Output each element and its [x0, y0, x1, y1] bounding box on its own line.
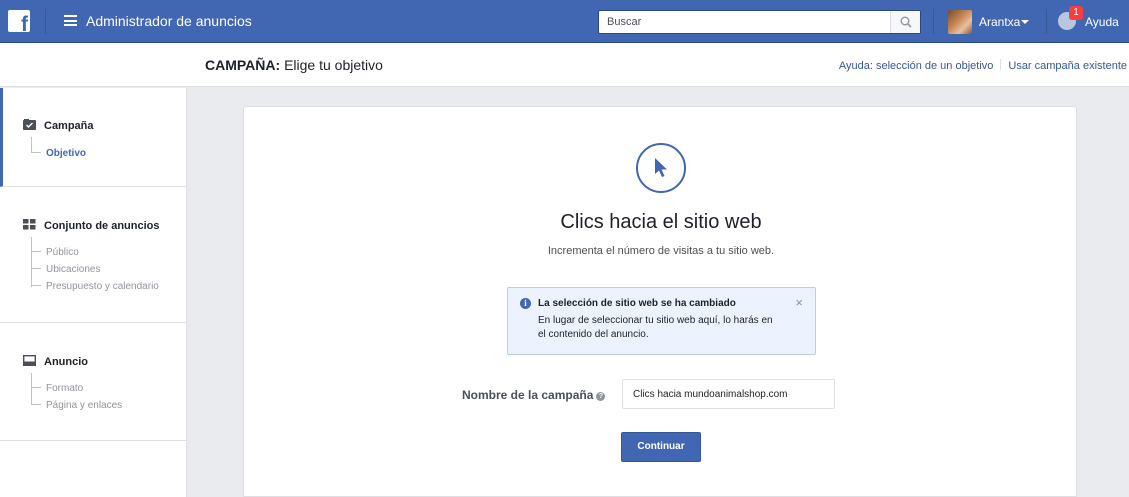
- notice-body: En lugar de seleccionar tu sitio web aqu…: [538, 315, 773, 340]
- use-existing-campaign-link[interactable]: Usar campaña existente: [1008, 60, 1127, 72]
- search-button[interactable]: [890, 11, 920, 33]
- search-icon: [900, 16, 912, 28]
- sidebar-item-objetivo[interactable]: Objetivo: [31, 148, 86, 159]
- sidebar-item-presupuesto[interactable]: Presupuesto y calendario: [31, 281, 159, 292]
- info-notice: i La selección de sitio web se ha cambia…: [507, 287, 816, 355]
- help-icon[interactable]: ?: [596, 392, 606, 401]
- divider: [1046, 9, 1047, 34]
- objective-description: Incrementa el número de visitas a tu sit…: [547, 245, 775, 257]
- sidebar-ad-label: Anuncio: [44, 356, 88, 368]
- ad-icon: [23, 355, 36, 366]
- tree-line: [31, 237, 32, 287]
- continue-button[interactable]: Continuar: [621, 432, 701, 462]
- objective-icon-circle: [636, 143, 686, 193]
- objective-card: Clics hacia el sitio web Incrementa el n…: [243, 106, 1077, 497]
- sidebar-item-formato[interactable]: Formato: [31, 383, 83, 394]
- search-box: [598, 10, 921, 34]
- page-title-prefix: CAMPAÑA:: [205, 57, 281, 73]
- top-bar: f Administrador de anuncios Arantxa 1 Ay…: [0, 0, 1129, 43]
- help-objective-link[interactable]: Ayuda: selección de un objetivo: [839, 60, 994, 72]
- sidebar-ad-heading[interactable]: Anuncio: [23, 355, 88, 368]
- search-input[interactable]: [599, 11, 889, 33]
- objective-title: Clics hacia el sitio web: [560, 211, 762, 233]
- campaign-name-field[interactable]: [623, 380, 823, 408]
- sidebar-section-campaign[interactable]: Campaña Objetivo: [0, 88, 187, 187]
- facebook-logo[interactable]: f: [8, 10, 30, 32]
- help-link[interactable]: Ayuda: [1085, 15, 1119, 29]
- app-title[interactable]: Administrador de anuncios: [86, 13, 252, 29]
- sidebar: Campaña Objetivo Conjunto de anuncios Pú…: [0, 88, 187, 497]
- adset-grid-icon: [23, 219, 36, 230]
- header-links: Ayuda: selección de un objetivo Usar camp…: [839, 59, 1127, 72]
- hamburger-icon[interactable]: [64, 15, 77, 26]
- divider: [1000, 59, 1002, 70]
- sub-header: CAMPAÑA: Elige tu objetivo Ayuda: selecc…: [0, 43, 1129, 87]
- sidebar-campaign-heading[interactable]: Campaña: [23, 119, 94, 132]
- page-title-text: Elige tu objetivo: [280, 57, 383, 73]
- user-name[interactable]: Arantxa: [979, 15, 1020, 29]
- sidebar-section-adset: Conjunto de anuncios Público Ubicaciones…: [0, 187, 187, 323]
- divider: [45, 9, 46, 34]
- campaign-name-label: Nombre de la campaña?: [462, 388, 606, 402]
- campaign-name-label-text: Nombre de la campaña: [462, 388, 594, 402]
- divider: [933, 9, 934, 34]
- caret-down-icon[interactable]: [1021, 20, 1029, 24]
- sidebar-item-label: Ubicaciones: [46, 264, 101, 275]
- sidebar-adset-heading[interactable]: Conjunto de anuncios: [23, 219, 160, 232]
- page-title: CAMPAÑA: Elige tu objetivo: [205, 57, 383, 73]
- avatar[interactable]: [948, 10, 972, 34]
- sidebar-adset-label: Conjunto de anuncios: [44, 220, 160, 232]
- sidebar-item-pagina-enlaces[interactable]: Página y enlaces: [31, 400, 122, 411]
- info-icon: i: [520, 298, 531, 309]
- sidebar-item-label: Página y enlaces: [46, 400, 123, 411]
- sidebar-item-publico[interactable]: Público: [31, 247, 79, 258]
- sidebar-item-label: Objetivo: [46, 148, 87, 159]
- campaign-icon: [23, 119, 36, 130]
- cursor-icon: [655, 158, 667, 177]
- notice-title: La selección de sitio web se ha cambiado: [538, 298, 736, 309]
- campaign-name-field-wrapper: [622, 379, 835, 409]
- sidebar-item-label: Formato: [46, 383, 84, 394]
- sidebar-section-ad: Anuncio Formato Página y enlaces: [0, 323, 187, 441]
- sidebar-campaign-label: Campaña: [44, 120, 94, 132]
- sidebar-item-ubicaciones[interactable]: Ubicaciones: [31, 264, 100, 275]
- sidebar-item-label: Público: [46, 247, 79, 258]
- sidebar-item-label: Presupuesto y calendario: [46, 281, 159, 292]
- facebook-logo-letter: f: [21, 13, 28, 32]
- notification-badge: 1: [1069, 6, 1083, 20]
- close-icon[interactable]: ×: [795, 295, 803, 310]
